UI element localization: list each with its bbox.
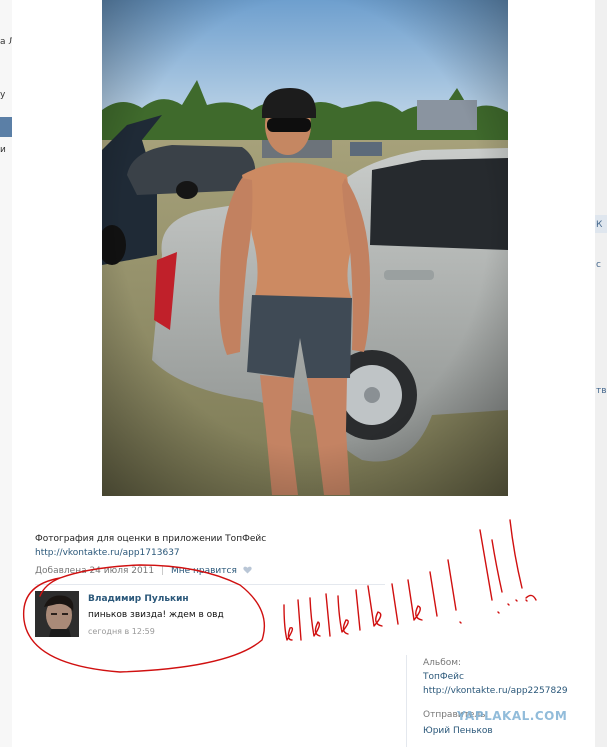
background-text-fragment: а Л [0, 37, 12, 47]
background-nav-item [0, 117, 12, 137]
avatar-image [35, 591, 79, 637]
heart-icon[interactable] [243, 566, 252, 574]
meta-separator: | [161, 566, 165, 576]
background-page-left: а Л у и [0, 0, 12, 747]
added-date: Добавлена 24 июля 2011 [35, 566, 155, 576]
watermark: YAPLAKAL.COM [457, 709, 568, 723]
comment-author[interactable]: Владимир Пулькин [88, 594, 189, 604]
comment-text: пиньков звизда! ждем в овд [88, 610, 224, 620]
sidebar-divider [406, 655, 407, 747]
comment-item: Владимир Пулькин пиньков звизда! ждем в … [35, 591, 385, 641]
background-text-fragment: тв [596, 386, 607, 396]
album-label: Альбом: [423, 658, 462, 668]
photo-image [102, 0, 508, 496]
album-info: Альбом: ТопФейс http://vkontakte.ru/app2… [423, 656, 588, 698]
photo-description: Фотография для оценки в приложении ТопФе… [35, 532, 385, 560]
photo-meta: Добавлена 24 июля 2011 | Мне нравится [35, 566, 252, 576]
avatar[interactable] [35, 591, 79, 637]
comment-time: сегодня в 12:59 [88, 627, 155, 636]
background-text-fragment: у [0, 90, 6, 100]
main-photo[interactable] [102, 0, 508, 496]
background-text-fragment: и [0, 145, 6, 155]
sender-link[interactable]: Юрий Пеньков [423, 726, 493, 736]
background-text-fragment: К [596, 220, 603, 230]
background-text-fragment: с [596, 260, 601, 270]
description-text: Фотография для оценки в приложении ТопФе… [35, 534, 267, 544]
background-page-right: К с тв [595, 0, 607, 747]
comments-divider [35, 584, 385, 585]
photo-viewer: Фотография для оценки в приложении ТопФе… [12, 0, 595, 747]
album-link[interactable]: ТопФейс http://vkontakte.ru/app2257829 [423, 672, 568, 696]
like-button[interactable]: Мне нравится [171, 566, 237, 576]
description-link[interactable]: http://vkontakte.ru/app1713637 [35, 548, 180, 558]
